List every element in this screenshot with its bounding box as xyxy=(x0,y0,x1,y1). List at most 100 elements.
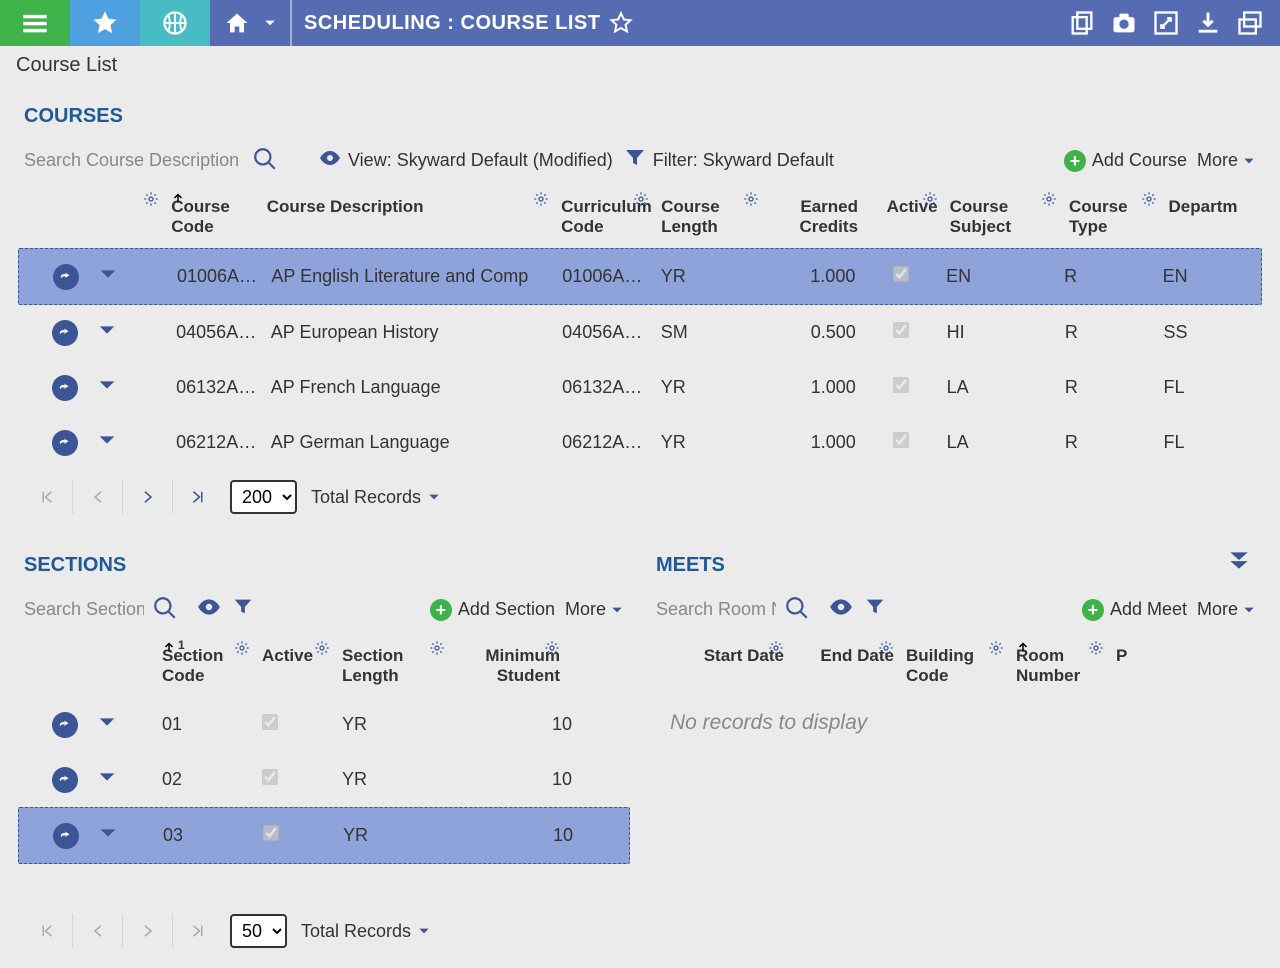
courses-pagesize-select[interactable]: 200 xyxy=(230,480,297,514)
open-record-icon[interactable] xyxy=(52,375,78,401)
gear-icon[interactable] xyxy=(544,640,560,656)
section-active-header[interactable]: Active xyxy=(256,642,336,696)
sections-more-button[interactable]: More xyxy=(565,599,624,620)
table-row[interactable]: 03 YR 10 xyxy=(18,807,630,864)
sections-search-button[interactable] xyxy=(144,591,186,628)
table-row[interactable]: 02 YR 10 xyxy=(18,752,630,807)
section-code-header[interactable]: 1 Section Code xyxy=(156,642,256,696)
courses-search-button[interactable] xyxy=(244,142,286,179)
course-description-header[interactable]: Course Description xyxy=(261,193,555,247)
table-row[interactable]: 01006A… AP English Literature and Comp 0… xyxy=(18,248,1262,305)
gear-icon[interactable] xyxy=(143,191,159,207)
table-row[interactable]: 04056A… AP European History 04056A0… SM … xyxy=(18,305,1262,360)
table-row[interactable]: 06212A… AP German Language 06212A0… YR 1… xyxy=(18,415,1262,470)
gear-icon[interactable] xyxy=(743,191,759,207)
collapse-panel-button[interactable] xyxy=(1226,547,1252,578)
gear-icon[interactable] xyxy=(533,191,549,207)
gear-icon[interactable] xyxy=(1088,640,1104,656)
gear-icon[interactable] xyxy=(633,191,649,207)
table-row[interactable]: 01 YR 10 xyxy=(18,697,630,752)
courses-view-selector[interactable]: View: Skyward Default (Modified) xyxy=(318,146,613,175)
pager-first[interactable] xyxy=(22,480,72,514)
course-subject-header[interactable]: Course Subject xyxy=(944,193,1063,247)
add-section-button[interactable]: + Add Section xyxy=(430,599,555,621)
popout-window-icon[interactable] xyxy=(1236,9,1264,37)
earned-credits-cell: 1.000 xyxy=(763,432,862,453)
start-date-header[interactable]: Start Date xyxy=(670,642,790,696)
sort-ascending-icon xyxy=(171,191,185,205)
meets-search-button[interactable] xyxy=(776,591,818,628)
expand-row-icon[interactable] xyxy=(97,263,119,290)
p-header[interactable]: P xyxy=(1110,642,1150,696)
expand-row-icon[interactable] xyxy=(96,429,118,456)
sections-total-records[interactable]: Total Records xyxy=(301,921,431,942)
courses-search-input[interactable] xyxy=(24,146,244,175)
camera-icon[interactable] xyxy=(1110,9,1138,37)
pager-first[interactable] xyxy=(22,914,72,948)
table-row[interactable]: 06132A… AP French Language 06132A0… YR 1… xyxy=(18,360,1262,415)
globe-button[interactable] xyxy=(140,0,210,46)
open-record-icon[interactable] xyxy=(52,430,78,456)
meets-search-input[interactable] xyxy=(656,595,776,624)
open-record-icon[interactable] xyxy=(52,712,78,738)
sections-pagesize-select[interactable]: 50 xyxy=(230,914,287,948)
earned-credits-header[interactable]: Earned Credits xyxy=(765,193,865,247)
active-header[interactable]: Active xyxy=(864,193,944,247)
funnel-icon[interactable] xyxy=(232,596,254,623)
favorite-star-icon[interactable] xyxy=(608,10,634,36)
funnel-icon[interactable] xyxy=(864,596,886,623)
pager-prev[interactable] xyxy=(72,480,122,514)
main-menu-button[interactable] xyxy=(0,0,70,46)
open-record-icon[interactable] xyxy=(53,823,79,849)
pager-last[interactable] xyxy=(172,914,222,948)
pager-prev[interactable] xyxy=(72,914,122,948)
pager-next[interactable] xyxy=(122,914,172,948)
courses-total-records[interactable]: Total Records xyxy=(311,487,441,508)
pager-last[interactable] xyxy=(172,480,222,514)
curriculum-code-cell: 06212A0… xyxy=(556,432,655,453)
courses-more-button[interactable]: More xyxy=(1197,150,1256,171)
home-button[interactable] xyxy=(210,0,290,46)
add-meet-button[interactable]: + Add Meet xyxy=(1082,599,1187,621)
expand-icon[interactable] xyxy=(1152,9,1180,37)
gear-icon[interactable] xyxy=(1041,191,1057,207)
open-record-icon[interactable] xyxy=(53,264,79,290)
sections-search-input[interactable] xyxy=(24,595,144,624)
expand-row-icon[interactable] xyxy=(96,319,118,346)
gear-icon[interactable] xyxy=(768,640,784,656)
section-minimum-header[interactable]: Minimum Student xyxy=(451,642,566,696)
end-date-header[interactable]: End Date xyxy=(790,642,900,696)
active-checkbox xyxy=(893,432,909,448)
open-record-icon[interactable] xyxy=(52,767,78,793)
pager-next[interactable] xyxy=(122,480,172,514)
room-number-header[interactable]: Room Number xyxy=(1010,642,1110,696)
courses-filter-selector[interactable]: Filter: Skyward Default xyxy=(623,146,834,175)
gear-icon[interactable] xyxy=(922,191,938,207)
gear-icon[interactable] xyxy=(234,640,250,656)
expand-row-icon[interactable] xyxy=(96,711,118,738)
gear-icon[interactable] xyxy=(878,640,894,656)
course-length-header[interactable]: Course Length xyxy=(655,193,764,247)
eye-icon[interactable] xyxy=(196,594,222,625)
expand-row-icon[interactable] xyxy=(97,822,119,849)
active-checkbox xyxy=(893,377,909,393)
favorites-button[interactable] xyxy=(70,0,140,46)
gear-icon[interactable] xyxy=(429,640,445,656)
eye-icon[interactable] xyxy=(828,594,854,625)
curriculum-code-header[interactable]: Curriculum Code xyxy=(555,193,655,247)
expand-row-icon[interactable] xyxy=(96,766,118,793)
gear-icon[interactable] xyxy=(988,640,1004,656)
gear-icon[interactable] xyxy=(1141,191,1157,207)
add-course-button[interactable]: + Add Course xyxy=(1064,150,1187,172)
gear-icon[interactable] xyxy=(314,640,330,656)
meets-more-button[interactable]: More xyxy=(1197,599,1256,620)
course-code-header[interactable]: Course Code xyxy=(165,193,261,247)
building-code-header[interactable]: Building Code xyxy=(900,642,1010,696)
open-record-icon[interactable] xyxy=(52,320,78,346)
course-type-header[interactable]: Course Type xyxy=(1063,193,1163,247)
department-header[interactable]: Departm xyxy=(1163,193,1263,247)
copy-icon[interactable] xyxy=(1068,9,1096,37)
section-length-header[interactable]: Section Length xyxy=(336,642,451,696)
download-icon[interactable] xyxy=(1194,9,1222,37)
expand-row-icon[interactable] xyxy=(96,374,118,401)
